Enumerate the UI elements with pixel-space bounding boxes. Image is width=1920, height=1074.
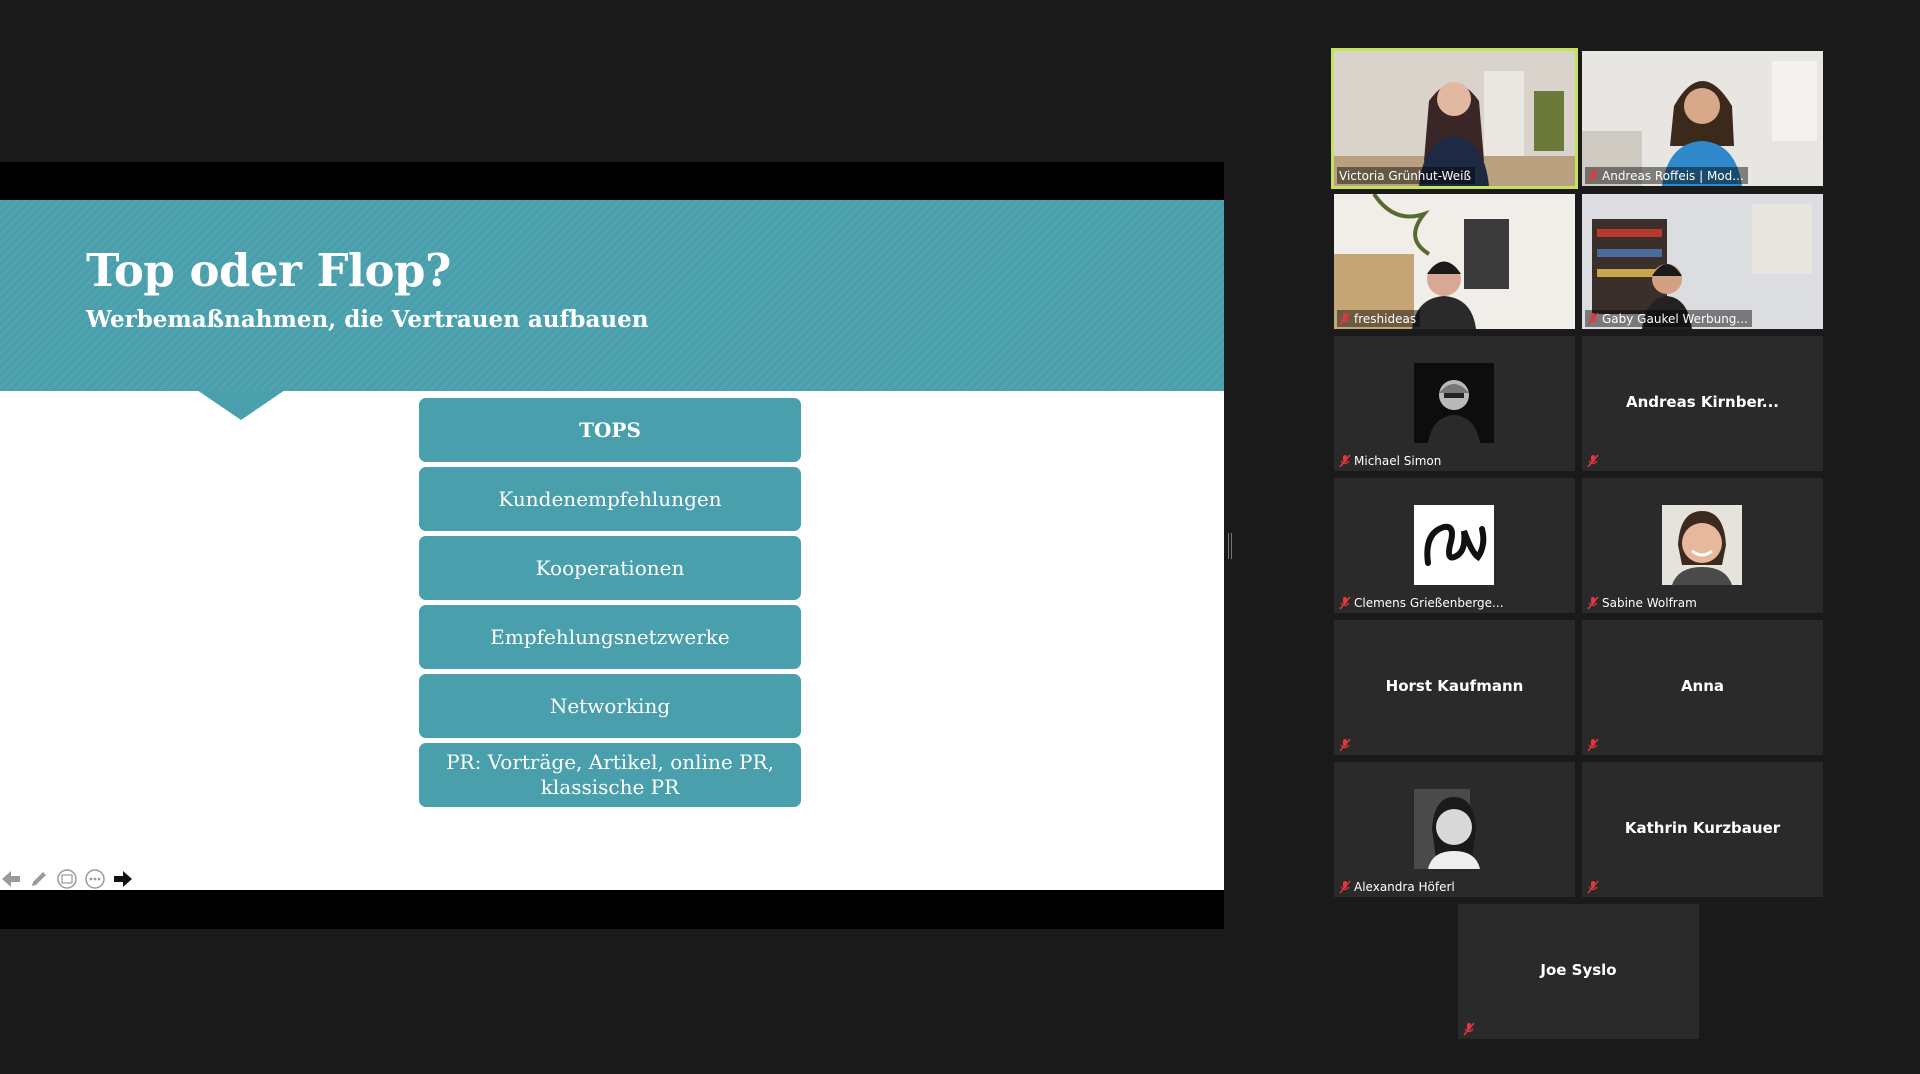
muted-mic-icon bbox=[1587, 454, 1599, 467]
pen-icon[interactable] bbox=[28, 868, 50, 890]
participant-name-text: Gaby Gaukel Werbung... bbox=[1602, 311, 1748, 326]
participant-tile[interactable]: Victoria Grünhut-Weiß bbox=[1331, 48, 1578, 189]
participant-display-name: Anna bbox=[1680, 677, 1725, 695]
muted-mic-icon bbox=[1587, 596, 1599, 609]
participant-tile[interactable]: Sabine Wolfram bbox=[1582, 478, 1823, 613]
participant-name bbox=[1337, 736, 1355, 753]
participant-display-name: Joe Syslo bbox=[1540, 961, 1617, 979]
shared-screen: Top oder Flop? Werbemaßnahmen, die Vertr… bbox=[0, 162, 1224, 929]
avatar bbox=[1414, 789, 1494, 869]
participant-tile[interactable]: freshideas bbox=[1334, 194, 1575, 329]
video-feed bbox=[1334, 194, 1575, 329]
participant-name-text: freshideas bbox=[1354, 311, 1417, 326]
participant-tile[interactable]: Michael Simon bbox=[1334, 336, 1575, 471]
muted-mic-icon bbox=[1339, 312, 1351, 325]
participant-tile[interactable]: Joe Syslo bbox=[1458, 904, 1699, 1039]
avatar bbox=[1414, 363, 1494, 443]
muted-mic-icon bbox=[1339, 454, 1351, 467]
muted-mic-icon bbox=[1339, 738, 1351, 751]
previous-icon[interactable] bbox=[0, 868, 22, 890]
slide-show-toolbar bbox=[0, 865, 134, 890]
participant-display-name: Kathrin Kurzbauer bbox=[1624, 819, 1781, 837]
next-icon[interactable] bbox=[112, 868, 134, 890]
more-icon[interactable] bbox=[84, 868, 106, 890]
avatar-logo bbox=[1414, 505, 1494, 585]
participant-tile[interactable]: Anna bbox=[1582, 620, 1823, 755]
video-feed bbox=[1582, 194, 1823, 329]
presentation-slide: Top oder Flop? Werbemaßnahmen, die Vertr… bbox=[0, 200, 1224, 890]
participant-tile[interactable]: Horst Kaufmann bbox=[1334, 620, 1575, 755]
slide-box: Kooperationen bbox=[419, 536, 801, 600]
slide-header: Top oder Flop? Werbemaßnahmen, die Vertr… bbox=[0, 200, 1224, 391]
participant-name: Sabine Wolfram bbox=[1585, 594, 1701, 611]
muted-mic-icon bbox=[1463, 1022, 1475, 1035]
muted-mic-icon bbox=[1587, 738, 1599, 751]
muted-mic-icon bbox=[1587, 312, 1599, 325]
participant-name: Alexandra Höferl bbox=[1337, 878, 1459, 895]
participant-name-text: Victoria Grünhut-Weiß bbox=[1339, 168, 1471, 183]
muted-mic-icon bbox=[1339, 596, 1351, 609]
video-feed bbox=[1582, 51, 1823, 186]
muted-mic-icon bbox=[1339, 880, 1351, 893]
slide-box: Kundenempfehlungen bbox=[419, 467, 801, 531]
participant-display-name: Andreas Kirnber... bbox=[1626, 393, 1779, 411]
participant-name: Gaby Gaukel Werbung... bbox=[1585, 310, 1752, 327]
video-feed bbox=[1334, 51, 1575, 186]
participant-name-text: Sabine Wolfram bbox=[1602, 595, 1697, 610]
slide-box: Networking bbox=[419, 674, 801, 738]
participant-tile[interactable]: Kathrin Kurzbauer bbox=[1582, 762, 1823, 897]
participant-name bbox=[1585, 878, 1603, 895]
participant-name bbox=[1585, 736, 1603, 753]
avatar bbox=[1662, 505, 1742, 585]
participant-tile[interactable]: Andreas Kirnber... bbox=[1582, 336, 1823, 471]
muted-mic-icon bbox=[1587, 169, 1599, 182]
participant-name-text: Alexandra Höferl bbox=[1354, 879, 1455, 894]
participant-tile[interactable]: Clemens Grießenberge... bbox=[1334, 478, 1575, 613]
participant-name-text: Michael Simon bbox=[1354, 453, 1442, 468]
slide-box: PR: Vorträge, Artikel, online PR, klassi… bbox=[419, 743, 801, 807]
split-view-handle[interactable] bbox=[1228, 533, 1232, 559]
participant-tile[interactable]: Alexandra Höferl bbox=[1334, 762, 1575, 897]
header-notch bbox=[197, 390, 285, 420]
participant-name: Clemens Grießenberge... bbox=[1337, 594, 1508, 611]
slides-icon[interactable] bbox=[56, 868, 78, 890]
slide-box: Empfehlungsnetzwerke bbox=[419, 605, 801, 669]
participant-name-text: Andreas Roffeis | Mod... bbox=[1602, 168, 1744, 183]
participant-name: Victoria Grünhut-Weiß bbox=[1337, 167, 1475, 184]
participant-display-name: Horst Kaufmann bbox=[1385, 677, 1524, 695]
participant-name bbox=[1461, 1020, 1479, 1037]
slide-box-tops: TOPS bbox=[419, 398, 801, 462]
participant-name-text: Clemens Grießenberge... bbox=[1354, 595, 1504, 610]
participant-name: Michael Simon bbox=[1337, 452, 1445, 469]
muted-mic-icon bbox=[1587, 880, 1599, 893]
participant-tile[interactable]: Andreas Roffeis | Mod... bbox=[1582, 51, 1823, 186]
participant-name: freshideas bbox=[1337, 310, 1421, 327]
slide-subtitle: Werbemaßnahmen, die Vertrauen aufbauen bbox=[86, 306, 649, 333]
participant-name bbox=[1585, 452, 1603, 469]
participant-name: Andreas Roffeis | Mod... bbox=[1585, 167, 1748, 184]
slide-title: Top oder Flop? bbox=[86, 244, 451, 297]
participant-tile[interactable]: Gaby Gaukel Werbung... bbox=[1582, 194, 1823, 329]
